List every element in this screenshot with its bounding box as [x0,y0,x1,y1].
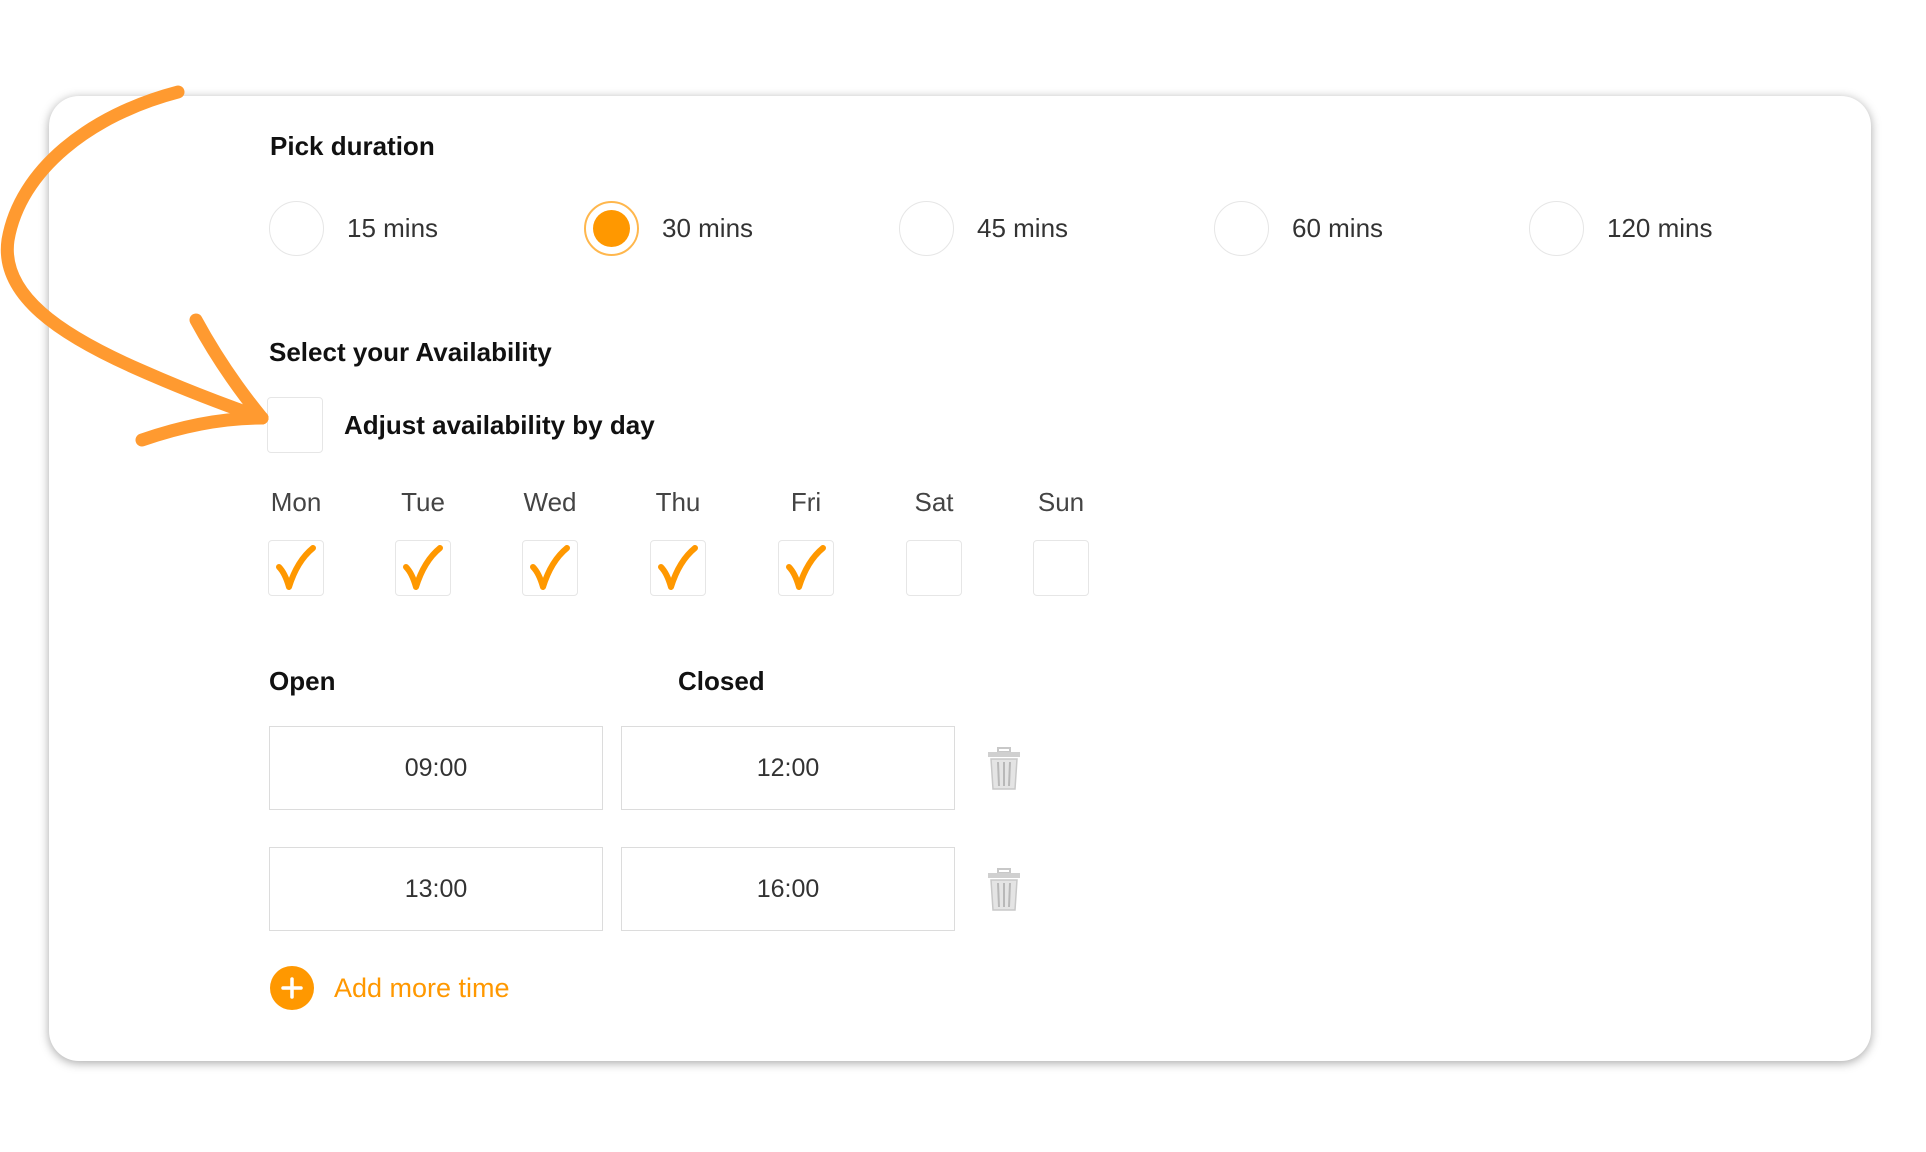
open-column-label: Open [269,666,336,696]
radio-selected-dot [593,210,630,247]
duration-option-60[interactable]: 60 mins [1214,200,1383,257]
duration-option-label: 45 mins [977,213,1069,243]
day-label: Mon [270,487,322,517]
closed-time-input[interactable]: 12:00 [621,726,955,810]
add-more-time-label: Add more time [334,972,510,1003]
day-checkbox-thu[interactable] [650,540,706,596]
day-label: Thu [655,487,701,517]
radio-button[interactable] [269,201,324,256]
duration-option-15[interactable]: 15 mins [269,200,438,257]
duration-option-30[interactable]: 30 mins [584,200,753,257]
day-label: Sat [914,487,954,517]
duration-option-label: 15 mins [347,213,439,243]
checkmark-icon [530,545,570,590]
day-checkbox-mon[interactable] [268,540,324,596]
checkmark-icon [276,545,316,590]
day-label: Fri [790,487,822,517]
day-label: Sun [1037,487,1085,517]
adjust-availability-label: Adjust availability by day [344,409,655,440]
day-label: Wed [523,487,577,517]
day-checkbox-wed[interactable] [522,540,578,596]
checkmark-icon [403,545,443,590]
day-checkbox-sat[interactable] [906,540,962,596]
availability-title: Select your Availability [269,337,552,367]
checkmark-icon [658,545,698,590]
radio-button[interactable] [1529,201,1584,256]
duration-option-label: 60 mins [1292,213,1384,243]
plus-icon [281,977,303,999]
checkmark-icon [786,545,826,590]
day-label: Tue [401,487,445,517]
trash-icon[interactable] [987,747,1021,791]
plus-circle-icon[interactable] [270,966,314,1010]
duration-option-label: 30 mins [662,213,754,243]
closed-column-label: Closed [678,666,765,696]
page: Pick duration 15 mins 30 mins 45 mins 60… [0,0,1926,1152]
pick-duration-title: Pick duration [270,131,435,161]
closed-time-input[interactable]: 16:00 [621,847,955,931]
radio-button[interactable] [1214,201,1269,256]
open-time-input[interactable]: 13:00 [269,847,603,931]
day-checkbox-fri[interactable] [778,540,834,596]
radio-button[interactable] [899,201,954,256]
duration-option-45[interactable]: 45 mins [899,200,1068,257]
adjust-availability-checkbox[interactable] [267,397,323,453]
duration-option-120[interactable]: 120 mins [1529,200,1713,257]
open-time-input[interactable]: 09:00 [269,726,603,810]
adjust-availability-row[interactable]: Adjust availability by day [267,397,655,453]
day-checkbox-tue[interactable] [395,540,451,596]
duration-option-label: 120 mins [1607,213,1713,243]
trash-icon[interactable] [987,868,1021,912]
radio-button-selected[interactable] [584,201,639,256]
day-checkbox-sun[interactable] [1033,540,1089,596]
add-more-time-button[interactable]: Add more time [270,966,510,1010]
